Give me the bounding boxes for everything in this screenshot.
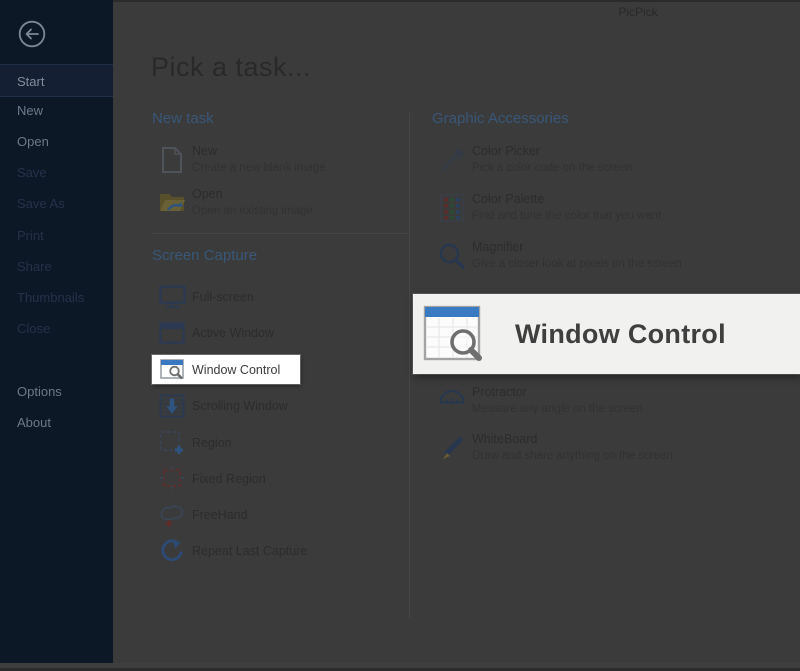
- protractor-icon: [432, 385, 472, 405]
- picpick-backstage-screen: PicPick Start New Open Save Save As Prin…: [0, 0, 800, 671]
- capture-item-scrolling-window[interactable]: Scrolling Window: [152, 388, 402, 424]
- capture-item-region[interactable]: Region: [152, 425, 402, 461]
- sidebar-item-thumbnails: Thumbnails: [17, 290, 85, 305]
- sidebar-item-save: Save: [17, 165, 47, 180]
- eyedropper-icon: [432, 144, 472, 173]
- window-icon: [152, 322, 192, 344]
- capture-item-label: Full-screen: [192, 290, 254, 304]
- accessory-item-description: Give a closer look at pixels on the scre…: [472, 258, 682, 270]
- sidebar-item-start[interactable]: Start: [0, 64, 113, 97]
- capture-item-full-screen[interactable]: Full-screen: [152, 279, 402, 315]
- accessory-item-description: Pick a color code on the screen: [472, 162, 633, 174]
- window-title: PicPick: [618, 5, 658, 19]
- capture-item-window-control[interactable]: Window Control: [152, 355, 300, 384]
- sidebar-item-share: Share: [17, 259, 52, 274]
- accessory-item-description: Measure any angle on the screen: [472, 403, 643, 415]
- accessory-item-label: Color Picker: [472, 144, 541, 158]
- accessory-item-whiteboard[interactable]: WhiteBoard Draw and share anything on th…: [432, 432, 752, 462]
- accessory-item-label: Color Palette: [472, 192, 545, 206]
- scrolling-window-icon: [152, 394, 192, 418]
- capture-item-label: Active Window: [192, 326, 274, 340]
- region-icon: [152, 430, 192, 456]
- accessory-item-magnifier[interactable]: Magnifier Give a closer look at pixels o…: [432, 240, 752, 270]
- capture-item-label: Scrolling Window: [192, 399, 288, 413]
- sidebar-item-about[interactable]: About: [0, 415, 113, 435]
- capture-item-label: FreeHand: [192, 508, 248, 522]
- backstage-sidebar: Start New Open Save Save As Print Share …: [0, 0, 113, 663]
- capture-item-fixed-region[interactable]: Fixed Region: [152, 461, 402, 497]
- section-separator: [152, 233, 408, 234]
- accessory-item-label: Protractor: [472, 385, 527, 399]
- capture-item-label: Window Control: [192, 362, 281, 377]
- accessory-item-description: Find and tune the color that you want: [472, 210, 662, 222]
- freehand-icon: [152, 503, 192, 527]
- accessory-item-label: Magnifier: [472, 240, 524, 254]
- window-top-edge: [0, 0, 800, 2]
- task-item-new[interactable]: New Create a new blank image: [152, 144, 402, 174]
- window-control-callout: Window Control: [413, 294, 800, 374]
- window-magnifier-icon-large: [423, 300, 483, 369]
- sidebar-item-open[interactable]: Open: [0, 134, 113, 154]
- page-title: Pick a task...: [151, 52, 312, 82]
- task-item-description: Open an existing image: [192, 205, 313, 217]
- accessory-item-label: WhiteBoard: [472, 432, 538, 446]
- capture-item-repeat-last-capture[interactable]: Repeat Last Capture: [152, 533, 402, 569]
- column-divider: [409, 113, 410, 618]
- capture-item-freehand[interactable]: FreeHand: [152, 497, 402, 533]
- task-item-label: New: [192, 144, 218, 158]
- sidebar-item-close: Close: [17, 321, 51, 336]
- callout-label: Window Control: [515, 318, 726, 349]
- accessory-item-protractor[interactable]: Protractor Measure any angle on the scre…: [432, 385, 752, 415]
- capture-item-active-window[interactable]: Active Window: [152, 315, 402, 351]
- task-item-description: Create a new blank image: [192, 162, 326, 174]
- monitor-icon: [152, 285, 192, 309]
- magnifier-icon: [432, 240, 472, 270]
- new-document-icon: [152, 144, 192, 174]
- window-magnifier-icon: [152, 359, 192, 380]
- whiteboard-pen-icon: [432, 432, 472, 462]
- section-header-new-task: New task: [152, 110, 214, 127]
- sidebar-item-save-as: Save As: [17, 196, 65, 211]
- repeat-icon: [152, 538, 192, 564]
- capture-item-label: Repeat Last Capture: [192, 544, 308, 558]
- section-header-graphic-accessories: Graphic Accessories: [432, 110, 569, 127]
- back-button[interactable]: [17, 19, 47, 49]
- sidebar-item-options[interactable]: Options: [0, 384, 113, 404]
- accessory-item-color-picker[interactable]: Color Picker Pick a color code on the sc…: [432, 144, 752, 174]
- task-item-label: Open: [192, 187, 223, 201]
- palette-icon: [432, 192, 472, 222]
- sidebar-item-print: Print: [17, 228, 44, 243]
- sidebar-item-new[interactable]: New: [0, 103, 113, 123]
- section-header-screen-capture: Screen Capture: [152, 247, 258, 264]
- fixed-region-icon: [152, 466, 192, 492]
- capture-item-label: Fixed Region: [192, 472, 266, 486]
- accessory-item-description: Draw and share anything on the screen: [472, 450, 673, 462]
- open-folder-icon: [152, 187, 192, 214]
- accessory-item-color-palette[interactable]: Color Palette Find and tune the color th…: [432, 192, 752, 222]
- capture-item-label: Region: [192, 436, 232, 450]
- task-item-open[interactable]: Open Open an existing image: [152, 187, 402, 217]
- back-arrow-icon: [17, 20, 47, 53]
